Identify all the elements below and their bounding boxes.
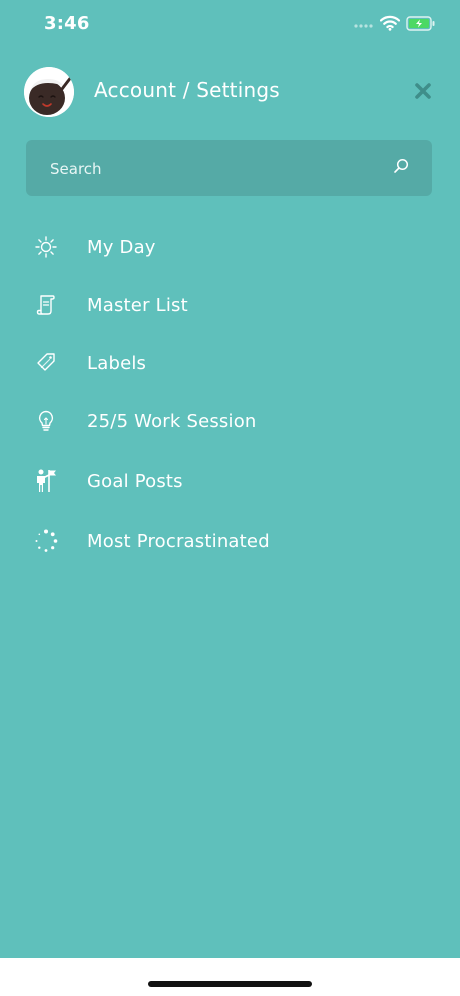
home-indicator[interactable] (148, 981, 312, 987)
tag-icon (32, 349, 60, 377)
account-settings-link[interactable]: Account / Settings (94, 78, 280, 102)
sun-icon (32, 233, 60, 261)
status-time: 3:46 (44, 13, 90, 34)
avatar-illustration (24, 67, 74, 117)
menu-item-my-day[interactable]: My Day (0, 223, 460, 271)
menu-item-most-procrastinated[interactable]: Most Procrastinated (0, 517, 460, 565)
person-flag-icon (32, 467, 60, 495)
search-bar[interactable] (26, 140, 432, 198)
menu-item-work-session[interactable]: 25/5 Work Session (0, 397, 460, 445)
menu-item-labels[interactable]: Labels (0, 339, 460, 387)
cellular-signal-icon (354, 24, 373, 28)
menu-item-label: Most Procrastinated (87, 530, 270, 552)
scroll-list-icon (32, 291, 60, 319)
menu-item-label: Labels (87, 352, 147, 374)
search-icon[interactable] (393, 158, 409, 174)
menu-item-label: 25/5 Work Session (87, 410, 257, 432)
wifi-icon (380, 15, 400, 31)
menu-item-label: My Day (87, 236, 156, 258)
side-menu-screen: 3:46 Account / Settings Search My Day Ma… (0, 0, 460, 958)
status-bar: 3:46 (0, 0, 460, 50)
menu-item-label: Master List (87, 294, 188, 316)
lightbulb-icon (32, 407, 60, 435)
close-button[interactable] (410, 78, 436, 104)
close-icon (415, 83, 431, 99)
menu-item-label: Goal Posts (87, 470, 183, 492)
search-input[interactable] (48, 140, 372, 198)
menu-item-goal-posts[interactable]: Goal Posts (0, 457, 460, 505)
loading-dots-icon (32, 527, 60, 555)
battery-charging-icon (406, 16, 435, 31)
avatar[interactable] (24, 67, 74, 117)
menu-item-master-list[interactable]: Master List (0, 281, 460, 329)
